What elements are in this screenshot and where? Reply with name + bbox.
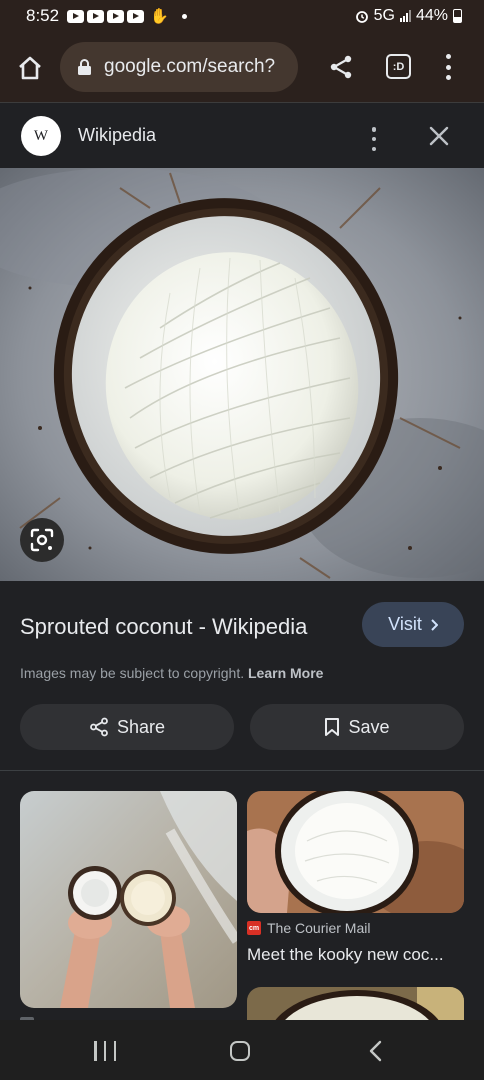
main-image[interactable] [0, 168, 484, 581]
share-icon [90, 717, 108, 737]
copyright-text: Images may be subject to copyright. [20, 665, 245, 681]
hand-icon: ✋ [150, 8, 169, 25]
alarm-icon [355, 11, 368, 23]
home-icon[interactable] [16, 54, 44, 82]
share-label: Share [116, 716, 166, 737]
battery-icon [453, 9, 462, 23]
visit-label: Visit [388, 614, 422, 634]
google-lens-button[interactable] [20, 518, 64, 562]
chevron-right-icon [431, 618, 438, 631]
signal-icon [399, 10, 411, 22]
related-title[interactable]: Meet the kooky new coc... [247, 945, 464, 965]
status-bar: 8:52 ✋ 5G 44% [0, 0, 484, 32]
copyright-notice: Images may be subject to copyright. Lear… [20, 665, 323, 681]
related-image[interactable] [247, 791, 464, 913]
related-image[interactable] [20, 791, 237, 1008]
address-bar[interactable]: google.com/search? [60, 42, 298, 92]
more-options-icon[interactable] [370, 127, 378, 151]
browser-toolbar: google.com/search? :D [0, 32, 484, 102]
save-button[interactable]: Save [250, 704, 464, 750]
notification-icons: ✋ [67, 7, 187, 25]
lens-icon [30, 528, 54, 552]
close-icon[interactable] [428, 125, 450, 147]
source-name[interactable]: Wikipedia [78, 125, 156, 146]
share-icon[interactable] [328, 54, 354, 80]
share-button[interactable]: Share [20, 704, 234, 750]
tab-switcher-button[interactable]: :D [386, 54, 411, 79]
battery-percent: 44% [415, 7, 448, 24]
youtube-icon [127, 9, 145, 23]
home-button[interactable] [230, 1041, 250, 1061]
network-type: 5G [373, 7, 395, 24]
system-navigation-bar [0, 1020, 484, 1080]
source-header: W Wikipedia [0, 102, 484, 168]
youtube-icon [87, 9, 105, 23]
save-label: Save [348, 716, 390, 737]
visit-button[interactable]: Visit [362, 602, 464, 647]
url-text: google.com/search? [104, 56, 276, 77]
browser-menu-icon[interactable] [444, 54, 452, 80]
related-source[interactable]: cm The Courier Mail [247, 920, 370, 936]
courier-mail-icon: cm [247, 921, 261, 935]
lock-icon [78, 59, 91, 75]
more-notifications-dot [181, 13, 187, 19]
result-title[interactable]: Sprouted coconut - Wikipedia [20, 614, 307, 640]
related-source-name: The Courier Mail [267, 920, 371, 936]
wikipedia-logo-icon: W [21, 116, 61, 156]
recent-apps-button[interactable] [94, 1041, 116, 1061]
youtube-icon [107, 9, 125, 23]
youtube-icon [67, 9, 85, 23]
divider [0, 770, 484, 771]
back-button[interactable] [368, 1040, 384, 1062]
status-time: 8:52 [26, 6, 60, 25]
learn-more-link[interactable]: Learn More [248, 665, 323, 681]
bookmark-icon [325, 718, 340, 736]
